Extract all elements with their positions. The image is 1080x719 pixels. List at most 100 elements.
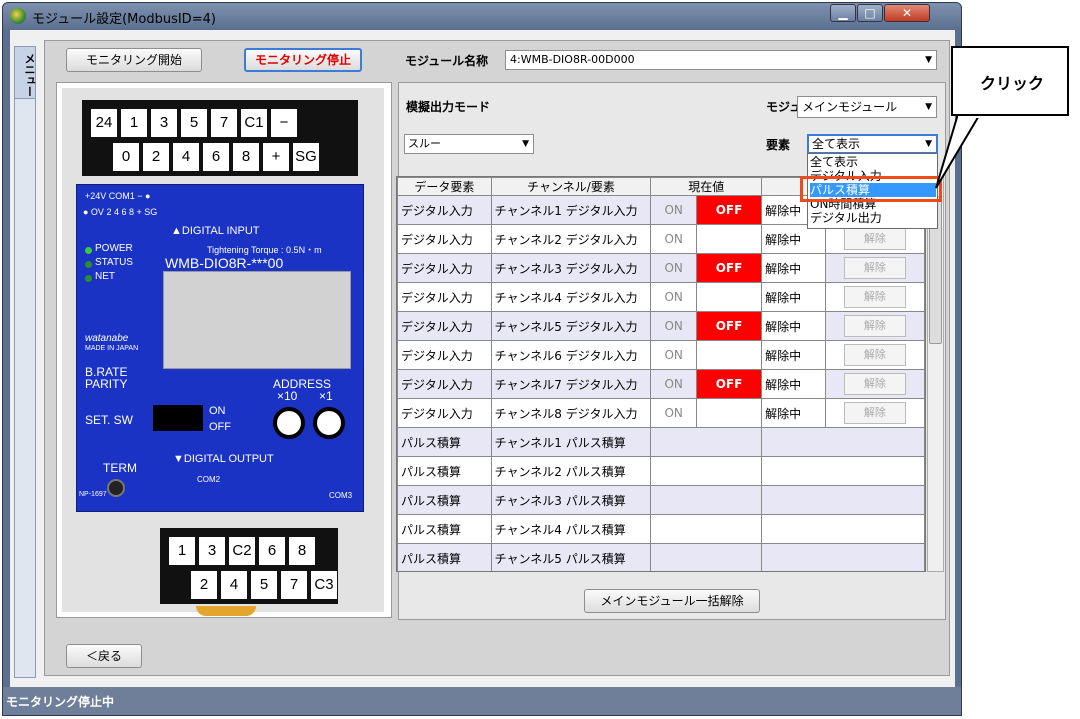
status-led-icon	[85, 261, 92, 268]
table-row[interactable]: デジタル入力 チャンネル4 デジタル入力 ON OFF 解除中 解除	[397, 282, 925, 312]
cell-channel: チャンネル5 パルス積算	[490, 543, 652, 571]
release-button[interactable]: 解除	[843, 257, 906, 279]
power-led-icon	[85, 247, 92, 254]
on-label: ON	[209, 405, 226, 417]
terminal-label: 8	[232, 142, 260, 172]
header-channel: チャンネル/要素	[490, 177, 652, 196]
cell-off[interactable]: OFF	[695, 282, 763, 312]
cell-extra	[761, 427, 925, 457]
terminal-label: SG	[292, 142, 320, 172]
cell-release: 解除	[824, 311, 925, 341]
top-terminal-block: 24 1 3 5 7 C1 − 0 2 4 6 8 + SG	[82, 100, 358, 176]
cell-value	[650, 514, 763, 544]
side-menu-tab[interactable]: メニュー	[14, 46, 36, 678]
cell-on[interactable]: ON	[650, 253, 697, 283]
cell-channel: チャンネル1 デジタル入力	[490, 195, 652, 225]
cell-extra	[761, 456, 925, 486]
release-button[interactable]: 解除	[843, 228, 906, 250]
cell-element: デジタル入力	[397, 369, 492, 399]
made-in-label: MADE IN JAPAN	[85, 345, 139, 352]
side-menu-label[interactable]: メニュー	[15, 47, 36, 99]
cell-off[interactable]: OFF	[695, 369, 763, 399]
data-grid[interactable]: データ要素 チャンネル/要素 現在値 デジタル入力 チャンネル1 デジタル入力 …	[396, 176, 926, 572]
cell-extra	[761, 543, 925, 571]
cell-state: 解除中	[761, 398, 826, 428]
maximize-button[interactable]: □	[857, 4, 883, 22]
terminal-label: C2	[228, 536, 256, 566]
cell-channel: チャンネル2 パルス積算	[490, 456, 652, 486]
cell-element: パルス積算	[397, 485, 492, 515]
table-row[interactable]: パルス積算 チャンネル4 パルス積算	[397, 514, 925, 544]
cell-channel: チャンネル1 パルス積算	[490, 427, 652, 457]
output-mode-select[interactable]: スルー ▼	[404, 134, 534, 154]
terminal-label: 3	[150, 108, 178, 138]
cell-release: 解除	[824, 282, 925, 312]
module-name-select[interactable]: 4:WMB-DIO8R-00D000 ▼	[505, 50, 937, 70]
table-row[interactable]: デジタル入力 チャンネル7 デジタル入力 ON OFF 解除中 解除	[397, 369, 925, 399]
cell-channel: チャンネル3 パルス積算	[490, 485, 652, 515]
cell-on[interactable]: ON	[650, 398, 697, 428]
minimize-icon: ▁	[838, 6, 848, 20]
release-button[interactable]: 解除	[843, 315, 906, 337]
cell-on[interactable]: ON	[650, 224, 697, 254]
set-sw-label: SET. SW	[85, 413, 134, 427]
monitoring-stop-button[interactable]: モニタリング停止	[244, 48, 362, 72]
terminal-label: +	[262, 142, 290, 172]
cell-state: 解除中	[761, 369, 826, 399]
cell-off[interactable]: OFF	[695, 224, 763, 254]
table-row[interactable]: デジタル入力 チャンネル6 デジタル入力 ON OFF 解除中 解除	[397, 340, 925, 370]
dropdown-option[interactable]: デジタル出力	[810, 211, 936, 225]
release-button[interactable]: 解除	[843, 402, 906, 424]
cell-channel: チャンネル4 パルス積算	[490, 514, 652, 544]
terminal-label: C3	[310, 570, 338, 600]
cell-channel: チャンネル4 デジタル入力	[490, 282, 652, 312]
cell-off[interactable]: OFF	[695, 311, 763, 341]
release-button[interactable]: 解除	[843, 344, 906, 366]
table-row[interactable]: デジタル入力 チャンネル5 デジタル入力 ON OFF 解除中 解除	[397, 311, 925, 341]
cell-on[interactable]: ON	[650, 311, 697, 341]
device-body: +24V COM1 − ● ● OV 2 4 6 8 + SG ▲DIGITAL…	[76, 184, 364, 512]
cell-on[interactable]: ON	[650, 369, 697, 399]
terminal-label: 6	[258, 536, 286, 566]
bulk-release-button[interactable]: メインモジュール一括解除	[584, 589, 760, 613]
cell-extra	[761, 485, 925, 515]
terminal-label: 4	[220, 570, 248, 600]
cell-on[interactable]: ON	[650, 340, 697, 370]
close-button[interactable]: ✕	[884, 4, 930, 22]
table-row[interactable]: デジタル入力 チャンネル3 デジタル入力 ON OFF 解除中 解除	[397, 253, 925, 283]
cell-off[interactable]: OFF	[695, 398, 763, 428]
cell-off[interactable]: OFF	[695, 340, 763, 370]
cell-element: デジタル入力	[397, 311, 492, 341]
x1-label: ×1	[319, 389, 333, 403]
cell-channel: チャンネル2 デジタル入力	[490, 224, 652, 254]
cell-on[interactable]: ON	[650, 195, 697, 225]
table-row[interactable]: デジタル入力 チャンネル8 デジタル入力 ON OFF 解除中 解除	[397, 398, 925, 428]
lcd-panel	[163, 271, 351, 369]
table-row[interactable]: パルス積算 チャンネル5 パルス積算	[397, 543, 925, 571]
minimize-button[interactable]: ▁	[830, 4, 856, 22]
table-row[interactable]: パルス積算 チャンネル1 パルス積算	[397, 427, 925, 457]
cell-on[interactable]: ON	[650, 282, 697, 312]
model-label: WMB-DIO8R-***00	[165, 255, 284, 271]
table-row[interactable]: パルス積算 チャンネル2 パルス積算	[397, 456, 925, 486]
terminal-label: −	[270, 108, 298, 138]
release-button[interactable]: 解除	[843, 286, 906, 308]
cell-off[interactable]: OFF	[695, 253, 763, 283]
terminal-label: 6	[202, 142, 230, 172]
header-current-value: 現在値	[650, 177, 763, 196]
terminal-label: 2	[190, 570, 218, 600]
terminal-label: 7	[210, 108, 238, 138]
callout-text: クリック	[980, 74, 1045, 93]
cell-off[interactable]: OFF	[695, 195, 763, 225]
table-row[interactable]: パルス積算 チャンネル3 パルス積算	[397, 485, 925, 515]
data-table: データ要素 チャンネル/要素 現在値 デジタル入力 チャンネル1 デジタル入力 …	[397, 177, 925, 571]
address-x1-knob-icon	[313, 407, 345, 439]
monitoring-start-button[interactable]: モニタリング開始	[66, 48, 202, 72]
com2-label: COM2	[197, 475, 221, 484]
terminal-label: 8	[288, 536, 316, 566]
net-led-icon	[85, 275, 92, 282]
release-button[interactable]: 解除	[843, 373, 906, 395]
back-button[interactable]: ＜戻る	[66, 644, 142, 668]
output-mode-value: スルー	[408, 137, 441, 150]
cell-channel: チャンネル6 デジタル入力	[490, 340, 652, 370]
